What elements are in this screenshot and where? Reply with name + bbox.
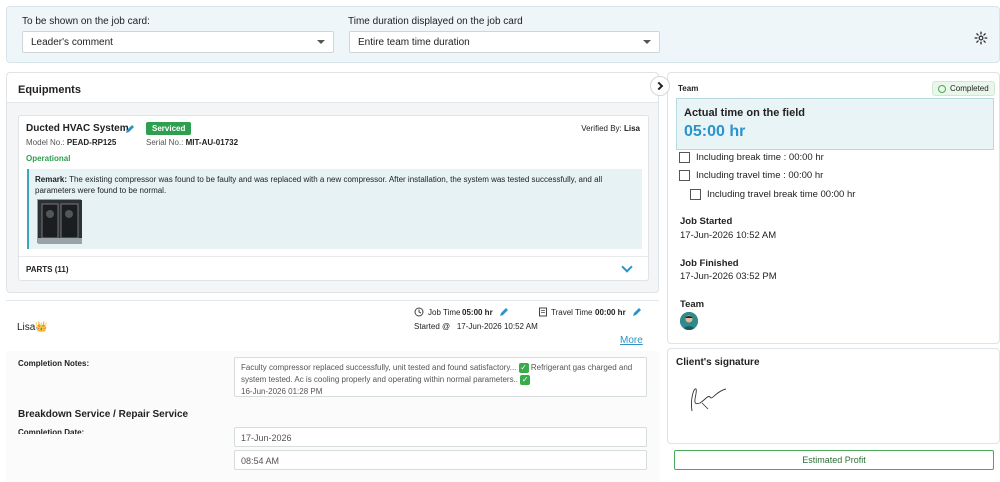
job-card-settings-bar: To be shown on the job card: Leader's co… <box>6 6 1000 63</box>
technician-header: Lisa👑 Job Time 05:00 hr Travel Time 00:0… <box>6 301 659 351</box>
edit-job-time-icon[interactable] <box>499 307 509 317</box>
travel-time-label: Including travel time : 00:00 hr <box>696 170 824 181</box>
job-started-label: Job Started <box>680 216 733 227</box>
travel-time-value: 00:00 hr <box>595 308 626 317</box>
remark-text: Remark: The existing compressor was foun… <box>35 174 635 196</box>
completion-date-field[interactable]: 17-Jun-2026 <box>234 427 647 447</box>
completed-check-icon <box>938 84 946 93</box>
job-finished-value: 17-Jun-2026 03:52 PM <box>680 271 777 282</box>
equipment-name: Ducted HVAC System <box>26 123 129 134</box>
equipments-title: Equipments <box>18 84 81 96</box>
clock-icon <box>414 307 424 317</box>
caret-down-icon <box>643 40 651 44</box>
gear-icon[interactable] <box>974 31 988 45</box>
time-duration-label: Time duration displayed on the job card <box>348 16 523 27</box>
parts-label: PARTS (11) <box>26 265 69 274</box>
signature-title: Client's signature <box>676 357 760 368</box>
team-label: Team <box>680 299 705 310</box>
equipments-header: Equipments <box>7 73 658 103</box>
model-value: PEAD-RP125 <box>66 138 117 147</box>
serial-number: Serial No.: MIT-AU-01732 <box>146 138 238 147</box>
check-icon: ✓ <box>518 362 529 373</box>
completed-status: Completed <box>950 84 989 93</box>
chevron-right-icon <box>654 81 664 91</box>
time-duration-select[interactable]: Entire team time duration <box>349 31 660 53</box>
completion-notes-part1: Faculty compressor replaced successfully… <box>241 363 517 372</box>
parts-accordion[interactable]: PARTS (11) <box>19 256 648 280</box>
actual-time-box: Actual time on the field 05:00 hr <box>676 98 994 150</box>
operational-status: Operational <box>26 154 71 163</box>
travel-time-checkbox[interactable] <box>679 170 690 181</box>
verified-by-label: Verified By: <box>581 124 622 133</box>
travel-break-label: Including travel break time 00:00 hr <box>707 189 856 200</box>
crown-icon: 👑 <box>35 322 48 333</box>
break-time-checkbox[interactable] <box>679 152 690 163</box>
remark-label: Remark: <box>35 175 68 184</box>
job-finished-label: Job Finished <box>680 258 739 269</box>
job-time-label: Job Time <box>428 308 461 317</box>
avatar-image <box>680 312 698 330</box>
completion-date-label: Completion Date: <box>18 428 85 434</box>
verified-by: Verified By: Lisa <box>581 124 640 133</box>
edit-equipment-icon[interactable] <box>125 124 135 134</box>
signature-panel: Client's signature <box>667 348 1000 444</box>
technician-details: Completion Notes: Faculty compressor rep… <box>6 351 659 482</box>
shown-on-job-card-select[interactable]: Leader's comment <box>22 31 334 53</box>
equipments-panel: Equipments Ducted HVAC System Serviced V… <box>6 72 659 293</box>
check-icon: ✓ <box>520 374 531 385</box>
completion-time-field[interactable]: 08:54 AM <box>234 450 647 470</box>
team-member-avatar[interactable] <box>680 312 698 330</box>
equipment-card: Ducted HVAC System Serviced Verified By:… <box>18 115 649 281</box>
more-link[interactable]: More <box>620 335 643 346</box>
job-started-value: 17-Jun-2026 10:52 AM <box>680 230 777 241</box>
equipment-photo-image <box>38 200 82 244</box>
started-at: Started @ 17-Jun-2026 10:52 AM <box>414 322 538 331</box>
technician-name-text: Lisa <box>17 322 36 333</box>
remark-box: Remark: The existing compressor was foun… <box>27 169 642 249</box>
verified-by-name: Lisa <box>623 124 640 133</box>
break-time-label: Including break time : 00:00 hr <box>696 152 824 163</box>
caret-down-icon <box>317 40 325 44</box>
completion-notes-box: Faculty compressor replaced successfully… <box>234 357 647 397</box>
completion-notes-label: Completion Notes: <box>18 359 90 368</box>
team-panel-title: Team <box>678 84 699 93</box>
remark-body: The existing compressor was found to be … <box>35 175 603 195</box>
shown-on-job-card-value: Leader's comment <box>31 36 113 48</box>
serviced-badge: Serviced <box>146 122 192 135</box>
collapse-panel-button[interactable] <box>650 76 670 96</box>
actual-time-label: Actual time on the field <box>684 107 806 119</box>
travel-icon <box>539 307 547 317</box>
completed-badge: Completed <box>932 81 995 96</box>
started-value: 17-Jun-2026 10:52 AM <box>456 322 538 331</box>
technician-section: Lisa👑 Job Time 05:00 hr Travel Time 00:0… <box>6 300 659 482</box>
edit-travel-time-icon[interactable] <box>632 307 642 317</box>
equipment-photo-thumbnail[interactable] <box>37 199 82 244</box>
started-label: Started @ <box>414 322 451 331</box>
travel-break-checkbox[interactable] <box>690 189 701 200</box>
chevron-down-icon <box>621 261 633 273</box>
completion-notes-date: 16-Jun-2026 01:28 PM <box>241 387 323 396</box>
technician-name: Lisa👑 <box>17 322 48 333</box>
serial-label: Serial No.: <box>146 138 184 147</box>
travel-time-label: Travel Time <box>551 308 593 317</box>
team-panel: Team Completed Actual time on the field … <box>667 72 1000 344</box>
shown-on-job-card-label: To be shown on the job card: <box>22 16 150 27</box>
serial-value: MIT-AU-01732 <box>185 138 239 147</box>
actual-time-value: 05:00 hr <box>684 123 746 140</box>
model-label: Model No.: <box>26 138 65 147</box>
service-type-title: Breakdown Service / Repair Service <box>18 409 189 420</box>
client-signature-image <box>691 388 727 412</box>
estimated-profit-button[interactable]: Estimated Profit <box>674 450 994 470</box>
job-time-value: 05:00 hr <box>462 308 493 317</box>
model-number: Model No.: PEAD-RP125 <box>26 138 116 147</box>
time-duration-value: Entire team time duration <box>358 36 470 48</box>
